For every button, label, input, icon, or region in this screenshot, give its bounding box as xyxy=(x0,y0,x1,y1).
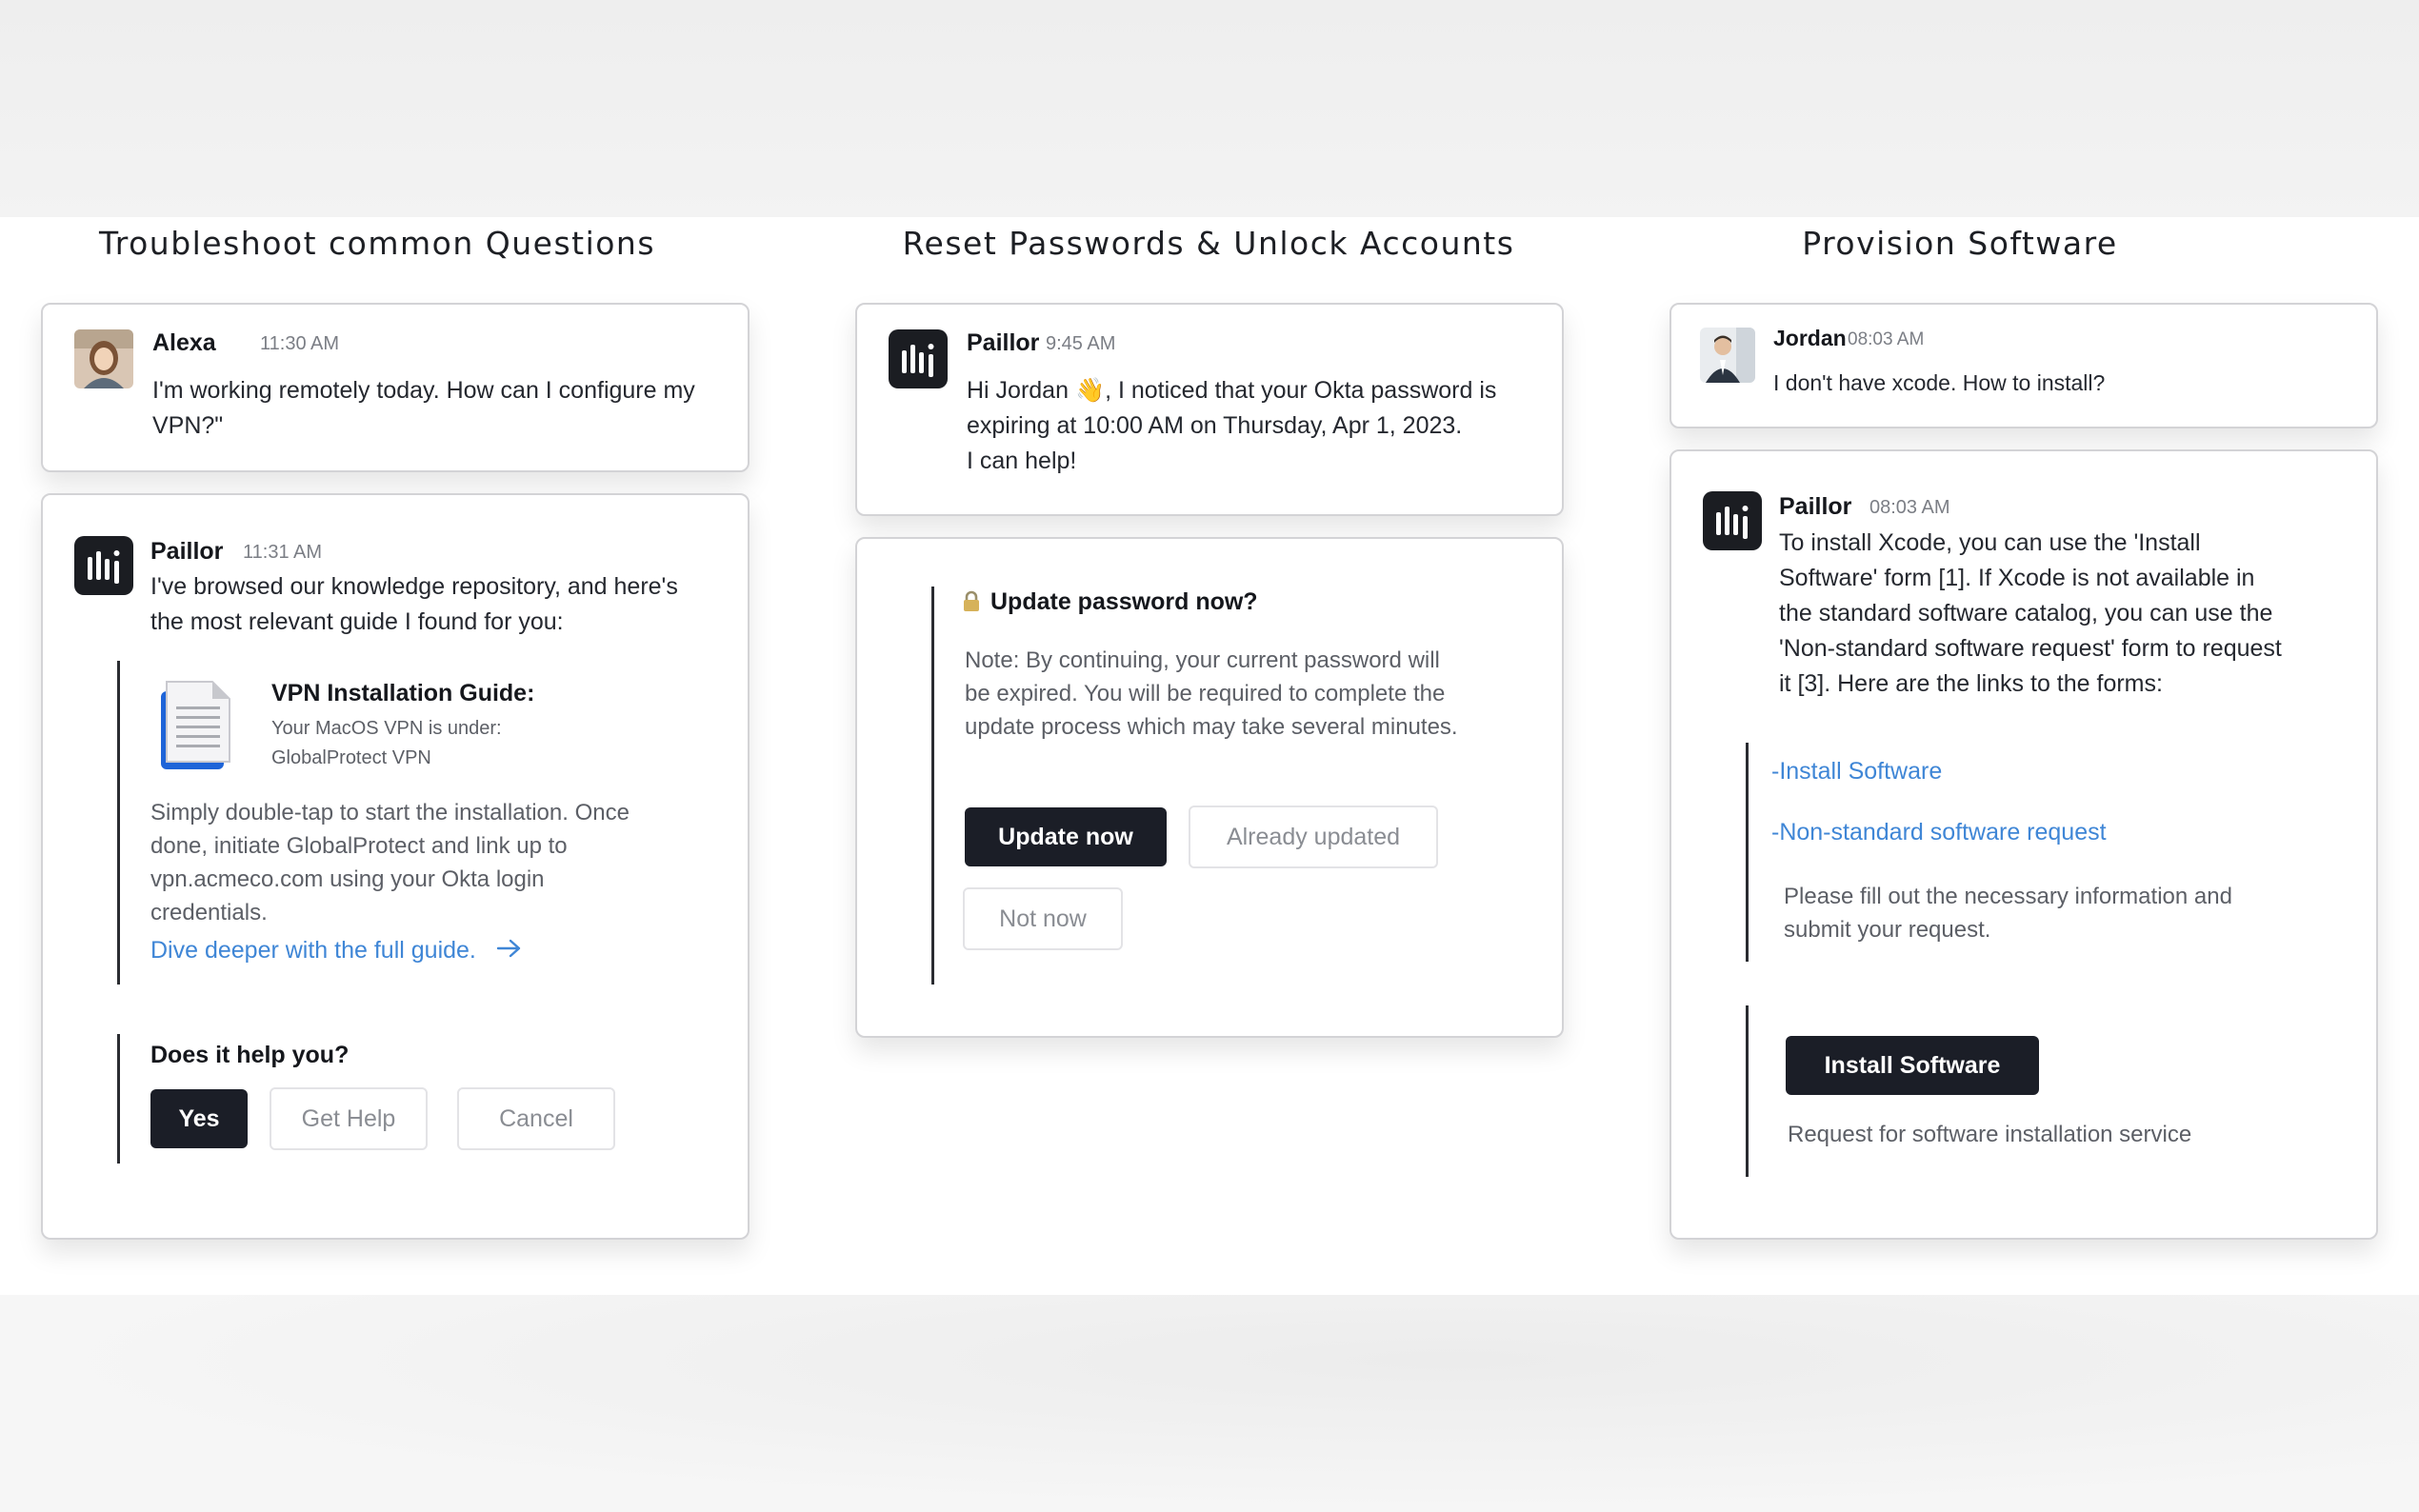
column-title-troubleshoot: Troubleshoot common Questions xyxy=(98,225,656,262)
password-expiry-text: Hi Jordan 👋, I noticed that your Okta pa… xyxy=(967,373,1538,479)
paillor-name: Paillor xyxy=(1779,493,1852,520)
alexa-time: 11:30 AM xyxy=(260,333,340,354)
feedback-quote-bar xyxy=(117,1034,120,1164)
vpn-instructions: Simply double-tap to start the installat… xyxy=(150,800,630,925)
get-help-button[interactable]: Get Help xyxy=(270,1087,428,1150)
document-icon xyxy=(155,678,235,773)
paillor-time: 08:03 AM xyxy=(1869,497,1950,518)
alexa-message-card: Alexa 11:30 AM I'm working remotely toda… xyxy=(41,303,750,472)
guide-quote-bar xyxy=(117,661,120,985)
cancel-button[interactable]: Cancel xyxy=(457,1087,615,1150)
not-now-button[interactable]: Not now xyxy=(963,887,1123,950)
bottom-background-band xyxy=(0,1295,2419,1512)
update-password-note: Note: By continuing, your current passwo… xyxy=(965,647,1458,740)
update-password-card: Update password now? Note: By continuing… xyxy=(855,537,1564,1038)
jordan-message-card: Jordan 08:03 AM I don't have xcode. How … xyxy=(1669,303,2378,428)
full-guide-link-label[interactable]: Dive deeper with the full guide. xyxy=(150,937,476,964)
paillor-password-message-card: Paillor 9:45 AM Hi Jordan 👋, I noticed t… xyxy=(855,303,1564,516)
offer-help-text: I can help! xyxy=(967,448,1077,474)
alexa-message-text: I'm working remotely today. How can I co… xyxy=(152,377,695,439)
paillor-intro-text: I've browsed our knowledge repository, a… xyxy=(150,573,678,635)
column-title-reset: Reset Passwords & Unlock Accounts xyxy=(902,225,1515,262)
install-quote-bar xyxy=(1746,1005,1749,1177)
update-password-title: Update password now? xyxy=(990,588,1258,615)
install-software-button[interactable]: Install Software xyxy=(1786,1036,2039,1095)
paillor-logo-icon xyxy=(74,536,133,595)
paillor-time: 9:45 AM xyxy=(1046,333,1116,354)
paillor-name: Paillor xyxy=(150,538,224,565)
arrow-right-icon[interactable] xyxy=(496,938,523,965)
alexa-name: Alexa xyxy=(152,329,216,356)
paillor-logo-icon xyxy=(889,329,948,388)
prompt-quote-bar xyxy=(931,587,934,985)
paillor-logo-icon xyxy=(1703,491,1762,550)
guide-description: Your MacOS VPN is under: GlobalProtect V… xyxy=(271,718,502,768)
paillor-time: 11:31 AM xyxy=(243,542,323,563)
update-now-button[interactable]: Update now xyxy=(965,807,1167,866)
already-updated-button[interactable]: Already updated xyxy=(1189,806,1438,868)
paillor-provision-card: Paillor 08:03 AM To install Xcode, you c… xyxy=(1669,449,2378,1240)
install-software-link[interactable]: -Install Software xyxy=(1771,758,1942,786)
jordan-avatar xyxy=(1700,328,1755,383)
column-title-provision: Provision Software xyxy=(1802,225,2118,262)
fill-out-note: Please fill out the necessary informatio… xyxy=(1784,884,2232,943)
service-request-note: Request for software installation servic… xyxy=(1788,1122,2192,1147)
jordan-time: 08:03 AM xyxy=(1848,329,1925,349)
alexa-avatar xyxy=(74,329,133,388)
waving-hand-icon: 👋 xyxy=(1074,377,1106,404)
jordan-name: Jordan xyxy=(1773,326,1847,350)
lock-icon xyxy=(962,590,981,618)
forms-quote-bar xyxy=(1746,743,1749,962)
greeting-text: Hi Jordan xyxy=(967,377,1069,404)
xcode-install-text: To install Xcode, you can use the 'Insta… xyxy=(1779,529,2282,697)
top-background-band xyxy=(0,0,2419,217)
jordan-message-text: I don't have xcode. How to install? xyxy=(1773,370,2106,395)
guide-title: VPN Installation Guide: xyxy=(271,680,535,706)
paillor-vpn-card: Paillor 11:31 AM I've browsed our knowle… xyxy=(41,493,750,1240)
yes-button[interactable]: Yes xyxy=(150,1089,248,1148)
full-guide-link[interactable]: Dive deeper with the full guide. xyxy=(150,937,523,965)
nonstandard-request-link[interactable]: -Non-standard software request xyxy=(1771,819,2107,846)
paillor-name: Paillor xyxy=(967,329,1040,356)
feedback-question: Does it help you? xyxy=(150,1042,350,1068)
